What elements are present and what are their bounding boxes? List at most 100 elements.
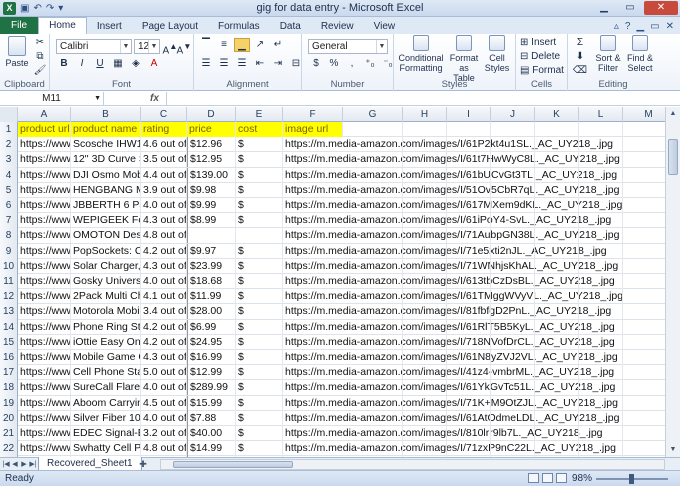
cell-k[interactable] xyxy=(535,258,579,274)
cell-d[interactable]: $289.99 xyxy=(187,380,236,396)
cell-d[interactable] xyxy=(187,228,236,244)
cell-c[interactable]: 4.8 out of xyxy=(141,228,187,244)
format-as-table-button[interactable]: Format as Table xyxy=(448,35,480,83)
cell-g[interactable] xyxy=(343,350,403,365)
name-box[interactable]: M11 ▼ xyxy=(0,92,104,106)
cell-k[interactable] xyxy=(535,365,579,381)
cell-b[interactable]: PopSockets: Col xyxy=(71,243,141,259)
bold-button[interactable]: B xyxy=(56,57,72,71)
tab-home[interactable]: Home xyxy=(38,17,87,34)
cell-b[interactable]: Motorola Mobil xyxy=(71,304,141,320)
header-cell-i[interactable] xyxy=(447,122,491,137)
cell-c[interactable]: 4.2 out of xyxy=(141,334,187,350)
cell-g[interactable] xyxy=(343,243,403,259)
row-header[interactable]: 22 xyxy=(0,441,18,457)
cell-l[interactable] xyxy=(579,243,623,259)
row-header[interactable]: 3 xyxy=(0,152,18,168)
cell-l[interactable] xyxy=(579,304,623,320)
cell-k[interactable] xyxy=(535,334,579,350)
align-right-icon[interactable]: ☰ xyxy=(234,57,250,71)
cell-c[interactable]: 4.0 out of xyxy=(141,274,187,289)
cell-g[interactable] xyxy=(343,274,403,289)
cell-j[interactable] xyxy=(491,182,535,198)
cell-h[interactable] xyxy=(403,410,447,426)
column-header-l[interactable]: L xyxy=(579,107,623,122)
cell-b[interactable]: Solar Charger, W xyxy=(71,258,141,274)
cell-e[interactable]: $ xyxy=(236,395,283,411)
cell-b[interactable]: Cell Phone Stan xyxy=(71,365,141,381)
cell-k[interactable] xyxy=(535,213,579,229)
horizontal-scroll-thumb[interactable] xyxy=(173,461,293,468)
fill-color-icon[interactable]: ◈ xyxy=(128,57,144,71)
cell-a[interactable]: https://www xyxy=(18,441,71,457)
cell-i[interactable] xyxy=(447,365,491,381)
cell-e[interactable]: $ xyxy=(236,426,283,441)
cell-k[interactable] xyxy=(535,304,579,320)
cell-j[interactable] xyxy=(491,365,535,381)
cell-c[interactable]: 4.2 out of xyxy=(141,243,187,259)
cell-d[interactable]: $23.99 xyxy=(187,258,236,274)
comma-button[interactable]: , xyxy=(344,57,360,71)
cell-k[interactable] xyxy=(535,380,579,396)
cell-a[interactable]: https://www xyxy=(18,365,71,381)
header-cell-b[interactable]: product name xyxy=(71,122,141,137)
clear-icon[interactable]: ⌫ xyxy=(572,64,588,78)
cell-a[interactable]: https://www xyxy=(18,380,71,396)
cell-i[interactable] xyxy=(447,441,491,457)
cell-c[interactable]: 4.3 out of xyxy=(141,350,187,365)
tab-insert[interactable]: Insert xyxy=(87,19,132,34)
cell-h[interactable] xyxy=(403,243,447,259)
cell-j[interactable] xyxy=(491,304,535,320)
cell-f[interactable]: https://m.media-amazon.com/images/I/81fb… xyxy=(283,304,611,319)
cell-g[interactable] xyxy=(343,182,403,198)
row-header[interactable]: 8 xyxy=(0,228,18,244)
cell-c[interactable]: 4.3 out of xyxy=(141,213,187,229)
cell-l[interactable] xyxy=(579,289,623,305)
cell-j[interactable] xyxy=(491,213,535,229)
header-cell-a[interactable]: product url xyxy=(18,122,71,137)
cell-h[interactable] xyxy=(403,258,447,274)
cell-h[interactable] xyxy=(403,274,447,289)
cell-f[interactable]: https://m.media-amazon.com/images/I/61t7… xyxy=(283,152,620,167)
cell-k[interactable] xyxy=(535,137,579,153)
cell-a[interactable]: https://www xyxy=(18,243,71,259)
cell-b[interactable]: Mobile Game C xyxy=(71,350,141,365)
select-all-corner[interactable] xyxy=(0,107,18,122)
cell-e[interactable]: $ xyxy=(236,380,283,396)
cell-l[interactable] xyxy=(579,228,623,244)
help-icon[interactable]: ? xyxy=(625,19,631,34)
page-layout-view-icon[interactable] xyxy=(542,473,553,483)
column-header-c[interactable]: C xyxy=(141,107,187,122)
format-cells-button[interactable]: ▤ Format xyxy=(520,64,564,78)
cell-j[interactable] xyxy=(491,319,535,335)
minimize-ribbon-icon[interactable]: ▵ xyxy=(614,19,619,34)
cell-k[interactable] xyxy=(535,228,579,244)
row-header[interactable]: 17 xyxy=(0,365,18,381)
cell-d[interactable]: $24.95 xyxy=(187,334,236,350)
header-cell-k[interactable] xyxy=(535,122,579,137)
cell-h[interactable] xyxy=(403,228,447,244)
cell-a[interactable]: https://www xyxy=(18,228,71,244)
horizontal-scrollbar[interactable] xyxy=(160,459,665,470)
italic-button[interactable]: I xyxy=(74,57,90,71)
cell-e[interactable]: $ xyxy=(236,152,283,168)
cut-icon[interactable]: ✂ xyxy=(32,36,48,50)
middle-align-icon[interactable]: ≡ xyxy=(216,38,232,52)
cell-e[interactable]: $ xyxy=(236,137,283,153)
cell-c[interactable]: 5.0 out of xyxy=(141,365,187,381)
cell-a[interactable]: https://www xyxy=(18,289,71,305)
cell-j[interactable] xyxy=(491,274,535,289)
tab-review[interactable]: Review xyxy=(311,19,364,34)
cell-b[interactable]: 2Pack Multi Cha xyxy=(71,289,141,305)
cell-a[interactable]: https://www xyxy=(18,213,71,229)
cell-b[interactable]: JBBERTH 6 Pack xyxy=(71,198,141,213)
cell-b[interactable]: Swhatty Cell Ph xyxy=(71,441,141,457)
cell-l[interactable] xyxy=(579,380,623,396)
cell-b[interactable]: OMOTON Desk xyxy=(71,228,141,244)
cell-l[interactable] xyxy=(579,198,623,213)
cell-a[interactable]: https://www xyxy=(18,274,71,289)
cell-i[interactable] xyxy=(447,243,491,259)
cell-c[interactable]: 4.1 out of xyxy=(141,289,187,305)
cell-f[interactable]: https://m.media-amazon.com/images/I/51Ov… xyxy=(283,183,619,198)
zoom-slider-knob[interactable] xyxy=(629,474,634,484)
